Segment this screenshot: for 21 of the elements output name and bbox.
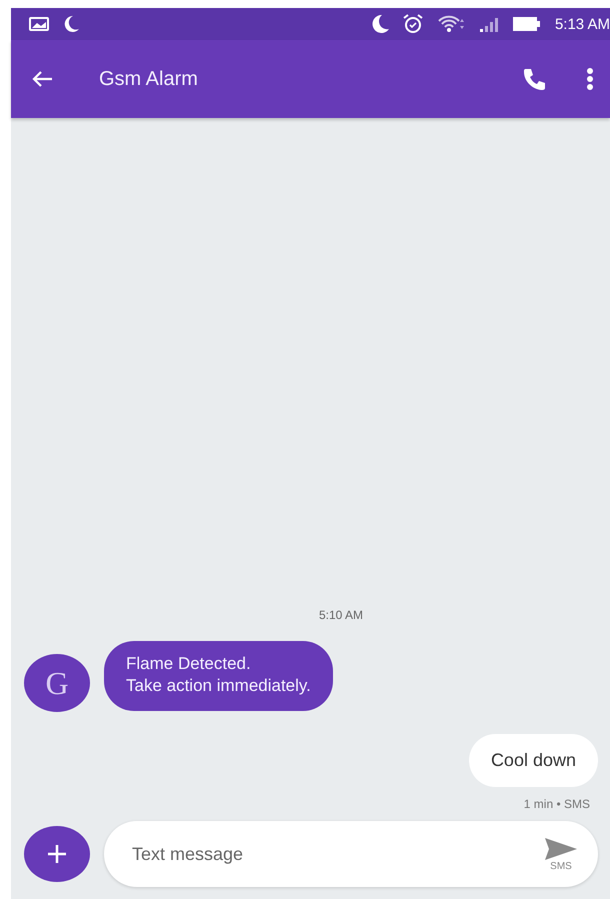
image-icon xyxy=(29,17,49,31)
moon-icon xyxy=(370,14,389,34)
battery-icon xyxy=(512,16,541,32)
wifi-icon xyxy=(436,15,465,33)
more-options-icon xyxy=(586,67,594,91)
alarm-clock-icon xyxy=(402,14,423,34)
message-timestamp: 5:10 AM xyxy=(318,608,364,622)
message-meta: 1 min • SMS xyxy=(524,797,590,811)
outgoing-message: Cool down xyxy=(468,734,598,787)
signal-icon xyxy=(478,16,499,32)
send-button[interactable]: SMS xyxy=(544,836,578,872)
message-input-field[interactable]: Text message SMS xyxy=(104,821,598,887)
status-time: 5:13 AM xyxy=(554,16,610,32)
plus-icon xyxy=(46,843,68,865)
phone-icon xyxy=(522,67,546,91)
back-arrow-icon xyxy=(31,70,53,88)
moon-icon xyxy=(63,15,79,33)
incoming-message: Flame Detected. Take action immediately. xyxy=(104,641,333,711)
contact-avatar: G xyxy=(24,654,90,712)
conversation-title: Gsm Alarm xyxy=(99,68,198,90)
send-icon xyxy=(544,836,578,860)
